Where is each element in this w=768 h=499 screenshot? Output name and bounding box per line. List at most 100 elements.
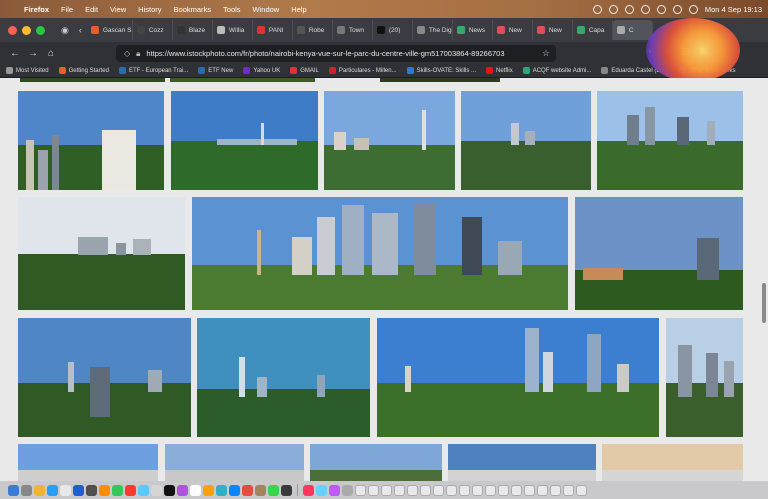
minimize-window-icon[interactable] (22, 25, 31, 35)
dock-minimized-window-icon[interactable] (446, 484, 457, 496)
photo-thumbnail[interactable] (461, 91, 591, 190)
status-icon[interactable] (640, 4, 650, 14)
photo-thumbnail[interactable] (192, 197, 568, 310)
dock-app-icon[interactable] (138, 484, 149, 496)
dock-app-icon[interactable] (203, 484, 214, 496)
menu-file[interactable]: File (55, 5, 79, 14)
dock-app-icon[interactable] (60, 484, 71, 496)
dock-minimized-window-icon[interactable] (485, 484, 496, 496)
dock-minimized-window-icon[interactable] (394, 484, 405, 496)
photo-thumbnail[interactable] (377, 318, 659, 437)
dock-app-icon[interactable] (255, 484, 266, 496)
browser-tab[interactable]: Gascan S (87, 20, 133, 40)
dock-app-icon[interactable] (47, 484, 58, 496)
menu-edit[interactable]: Edit (79, 5, 104, 14)
dock-app-icon[interactable] (34, 484, 45, 496)
dock-app-icon[interactable] (112, 484, 123, 496)
dock-app-icon[interactable] (86, 484, 97, 496)
dock-app-icon[interactable] (316, 484, 327, 496)
menu-view[interactable]: View (104, 5, 132, 14)
dock-app-icon[interactable] (164, 484, 175, 496)
dock-app-icon[interactable] (151, 484, 162, 496)
dock-app-icon[interactable] (329, 484, 340, 496)
bookmark-item[interactable]: ACQF website Admi... (522, 67, 591, 74)
dock-app-icon[interactable] (73, 484, 84, 496)
photo-thumbnail[interactable] (448, 444, 596, 481)
bookmark-item[interactable]: Yahoo UK (243, 67, 280, 74)
clock[interactable]: Mon 4 Sep 19:13 (705, 5, 762, 14)
browser-tab[interactable]: Blaze (173, 20, 213, 40)
photo-thumbnail[interactable] (171, 91, 318, 190)
dock-app-icon[interactable] (125, 484, 136, 496)
bookmark-star-icon[interactable]: ☆ (542, 48, 550, 59)
bookmark-item[interactable]: Getting Started (58, 67, 109, 74)
search-icon[interactable] (688, 4, 698, 14)
close-window-icon[interactable] (8, 25, 17, 35)
dock-app-icon[interactable] (177, 484, 188, 496)
tabs-scroll-left-icon[interactable]: ‹ (74, 25, 87, 35)
menu-tools[interactable]: Tools (217, 5, 247, 14)
shield-icon[interactable]: ◇ (124, 49, 130, 58)
browser-tab[interactable]: PANI (253, 20, 293, 40)
dock-app-icon[interactable] (342, 484, 353, 496)
bookmark-item[interactable]: ETF New (198, 67, 233, 74)
dock-app-icon[interactable] (281, 484, 292, 496)
forward-icon[interactable]: → (24, 48, 42, 59)
dock-app-icon[interactable] (242, 484, 253, 496)
photo-thumbnail[interactable] (165, 444, 304, 481)
bookmark-item[interactable]: GMAIL (290, 67, 319, 74)
dock-minimized-window-icon[interactable] (498, 484, 509, 496)
dock-minimized-window-icon[interactable] (576, 484, 587, 496)
dock-app-icon[interactable] (229, 484, 240, 496)
browser-tab[interactable]: Cozz (133, 20, 173, 40)
firefox-view-icon[interactable]: ◉ (56, 25, 74, 36)
browser-tab[interactable]: Robe (293, 20, 333, 40)
home-icon[interactable]: ⌂ (42, 48, 60, 59)
photo-thumbnail[interactable] (666, 318, 743, 437)
menu-history[interactable]: History (132, 5, 167, 14)
browser-tab[interactable]: C (612, 20, 653, 40)
photo-thumbnail[interactable] (18, 91, 164, 190)
scrollbar-thumb[interactable] (762, 283, 766, 323)
browser-tab[interactable]: New (493, 20, 533, 40)
browser-tab[interactable]: Willia (213, 20, 253, 40)
bookmark-item[interactable]: Skills-OVATE: Skills ... (406, 67, 476, 74)
dock-app-icon[interactable] (99, 484, 110, 496)
status-icon[interactable] (608, 4, 618, 14)
url-text[interactable]: https://www.istockphoto.com/fr/photo/nai… (146, 49, 504, 58)
menu-help[interactable]: Help (285, 5, 312, 14)
battery-icon[interactable] (672, 4, 682, 14)
status-icon[interactable] (624, 4, 634, 14)
photo-thumbnail[interactable] (324, 91, 455, 190)
browser-tab[interactable]: Capa (573, 20, 613, 40)
photo-thumbnail[interactable] (380, 78, 500, 82)
lock-icon[interactable]: 🔒︎ (136, 49, 140, 59)
photo-thumbnail[interactable] (170, 78, 315, 82)
browser-tab[interactable]: The Digit (413, 20, 453, 40)
wifi-icon[interactable] (656, 4, 666, 14)
browser-tab[interactable]: New (533, 20, 573, 40)
photo-thumbnail[interactable] (575, 197, 743, 310)
dock-minimized-window-icon[interactable] (563, 484, 574, 496)
photo-thumbnail[interactable] (18, 197, 185, 310)
dock-app-icon[interactable] (21, 484, 32, 496)
photo-thumbnail[interactable] (18, 444, 158, 481)
back-icon[interactable]: ← (6, 48, 24, 59)
bookmark-item[interactable]: Netflix (486, 67, 513, 74)
bookmark-item[interactable]: Most Visited (6, 67, 49, 74)
dock-app-icon[interactable] (190, 484, 201, 496)
dock-minimized-window-icon[interactable] (420, 484, 431, 496)
photo-thumbnail[interactable] (602, 444, 743, 481)
dock-minimized-window-icon[interactable] (368, 484, 379, 496)
photo-thumbnail[interactable] (18, 318, 191, 437)
bookmark-item[interactable]: ETF - European Trai... (118, 67, 188, 74)
photo-thumbnail[interactable] (20, 78, 165, 82)
dock-minimized-window-icon[interactable] (407, 484, 418, 496)
photo-thumbnail[interactable] (310, 444, 442, 481)
dock-minimized-window-icon[interactable] (472, 484, 483, 496)
menu-bookmarks[interactable]: Bookmarks (168, 5, 218, 14)
dock-minimized-window-icon[interactable] (459, 484, 470, 496)
dock-minimized-window-icon[interactable] (550, 484, 561, 496)
menu-window[interactable]: Window (247, 5, 286, 14)
browser-tab[interactable]: Town (333, 20, 373, 40)
